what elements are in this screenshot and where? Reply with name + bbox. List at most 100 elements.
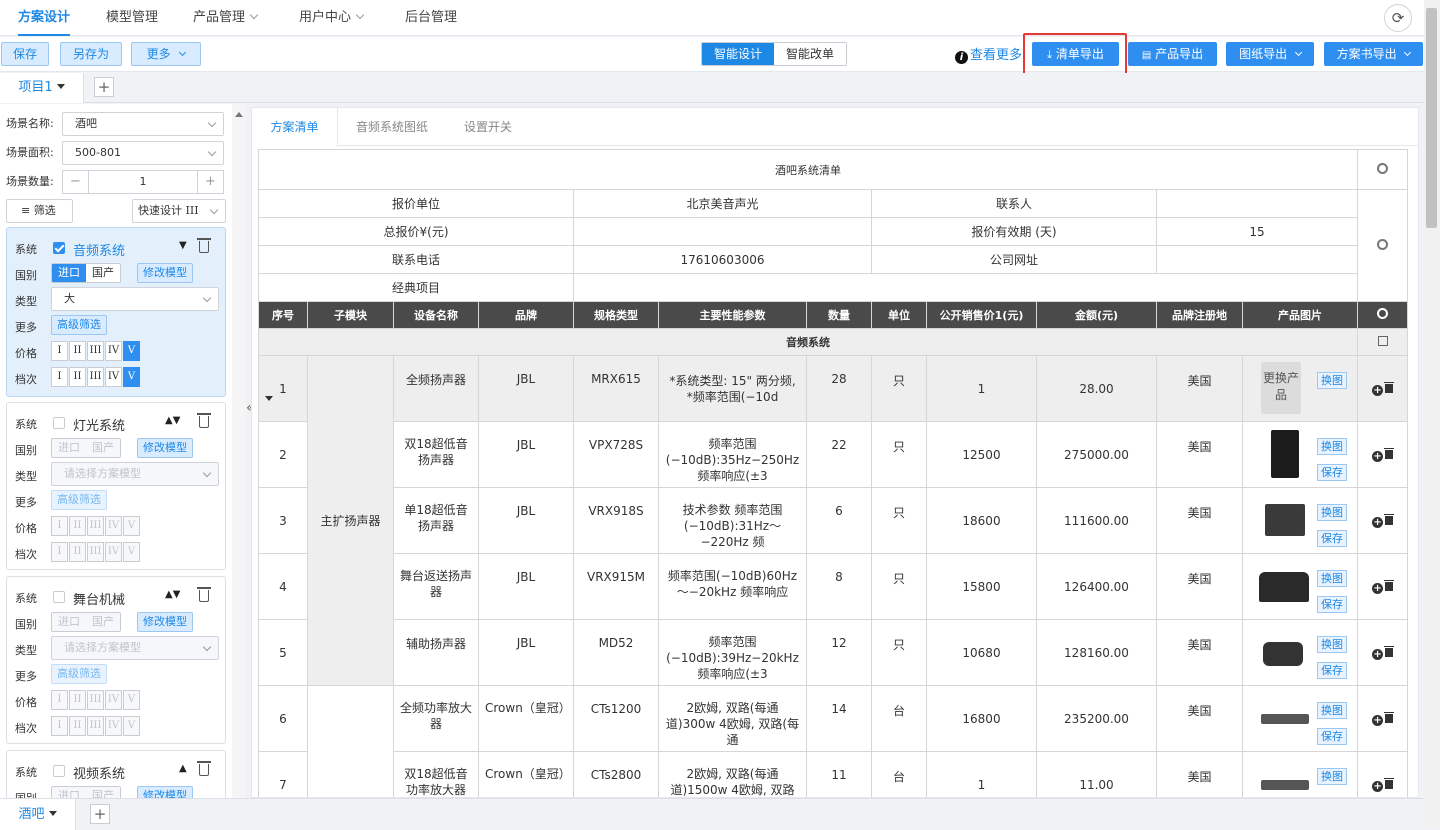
domestic-option[interactable]: 国产 <box>86 613 120 631</box>
spec[interactable]: MD52 <box>573 619 659 686</box>
brand[interactable]: Crown（皇冠） <box>478 751 574 797</box>
refresh-icon[interactable]: ⟳ <box>1384 4 1412 32</box>
brand[interactable]: JBL <box>478 421 574 488</box>
type-select[interactable]: 请选择方案模型 <box>51 462 219 486</box>
unit[interactable]: 只 <box>871 355 927 422</box>
total-value[interactable] <box>573 217 872 246</box>
type-select[interactable]: 请选择方案模型 <box>51 636 219 660</box>
expand-row-icon[interactable] <box>265 396 273 401</box>
params[interactable]: 2欧姆, 双路(每通道)300w 4欧姆, 双路(每通 <box>658 685 807 752</box>
origin[interactable]: 美国 <box>1156 553 1243 620</box>
qty[interactable]: 12 <box>806 619 872 686</box>
gear-icon[interactable] <box>1377 162 1389 174</box>
save-image-button[interactable]: 保存 <box>1317 464 1347 481</box>
domestic-option[interactable]: 国产 <box>86 439 120 457</box>
spec[interactable]: VRX915M <box>573 553 659 620</box>
domestic-option[interactable]: 国产 <box>86 264 120 282</box>
price[interactable]: 18600 <box>926 487 1037 554</box>
save-image-button[interactable]: 保存 <box>1317 596 1347 613</box>
sort-icon[interactable]: ▲▼ <box>165 589 180 600</box>
sort-up-icon[interactable]: ▲ <box>179 763 187 774</box>
nav-tab-admin[interactable]: 后台管理 <box>405 0 457 36</box>
import-option[interactable]: 进口 <box>52 264 86 282</box>
qty[interactable]: 11 <box>806 751 872 797</box>
scrollbar-thumb[interactable] <box>1426 8 1437 228</box>
swap-image-button[interactable]: 换图 <box>1317 570 1347 587</box>
nav-tab-users[interactable]: 用户中心 <box>299 0 365 36</box>
save-image-button[interactable]: 保存 <box>1317 728 1347 745</box>
validity-value[interactable]: 15 <box>1155 217 1359 246</box>
contact-value[interactable] <box>1155 189 1359 218</box>
filter-button[interactable]: ≡ 筛选 <box>6 199 73 223</box>
origin[interactable]: 美国 <box>1156 355 1243 422</box>
spec[interactable]: CTs2800 <box>573 751 659 797</box>
unit[interactable]: 只 <box>871 421 927 488</box>
edit-model-button[interactable]: 修改模型 <box>137 438 193 458</box>
origin[interactable]: 美国 <box>1156 487 1243 554</box>
qty[interactable]: 14 <box>806 685 872 752</box>
device-name[interactable]: 全频扬声器 <box>393 355 479 422</box>
export-drawing-button[interactable]: 图纸导出 <box>1226 42 1314 66</box>
gear-icon[interactable] <box>1377 238 1389 250</box>
swap-image-button[interactable]: 换图 <box>1317 768 1347 785</box>
sort-icon[interactable]: ▲▼ <box>165 415 180 426</box>
qty[interactable]: 28 <box>806 355 872 422</box>
trash-icon[interactable] <box>197 761 211 776</box>
save-as-button[interactable]: 另存为 <box>60 42 122 66</box>
scene-name-select[interactable]: 酒吧 <box>62 112 224 136</box>
website-value[interactable] <box>1155 245 1359 274</box>
collapse-icon[interactable]: ▼ <box>179 240 187 251</box>
nav-tab-models[interactable]: 模型管理 <box>106 0 158 36</box>
sidebar-scrollbar[interactable] <box>232 104 246 798</box>
trash-icon[interactable] <box>1384 712 1395 723</box>
params[interactable]: 频率范围(−10dB):39Hz−20kHz 频率响应(±3 <box>658 619 807 686</box>
trash-icon[interactable] <box>1384 580 1395 591</box>
save-image-button[interactable]: 保存 <box>1317 530 1347 547</box>
export-proposal-button[interactable]: 方案书导出 <box>1324 42 1423 66</box>
trash-icon[interactable] <box>1384 382 1395 393</box>
scene-area-select[interactable]: 500-801 <box>62 141 224 165</box>
swap-image-button[interactable]: 换图 <box>1317 636 1347 653</box>
type-select[interactable]: 大 <box>51 287 219 311</box>
import-option[interactable]: 进口 <box>52 613 86 631</box>
brand[interactable]: JBL <box>478 487 574 554</box>
add-icon[interactable]: + <box>1372 649 1384 660</box>
domestic-option[interactable]: 国产 <box>86 787 120 798</box>
more-button[interactable]: 更多 <box>131 42 201 66</box>
add-icon[interactable]: + <box>1372 385 1384 396</box>
quick-design-select[interactable]: 快速设计 III <box>132 199 226 223</box>
add-icon[interactable]: + <box>1372 715 1384 726</box>
price[interactable]: 15800 <box>926 553 1037 620</box>
gear-icon[interactable] <box>1377 308 1389 319</box>
project-tab[interactable]: 项目1 <box>0 73 84 103</box>
origin[interactable]: 美国 <box>1156 685 1243 752</box>
nav-tab-design[interactable]: 方案设计 <box>18 0 71 36</box>
price[interactable]: 1 <box>926 751 1037 797</box>
price[interactable]: 12500 <box>926 421 1037 488</box>
qty[interactable]: 22 <box>806 421 872 488</box>
device-name[interactable]: 舞台返送扬声器 <box>393 553 479 620</box>
add-scene-button[interactable]: + <box>90 804 110 824</box>
price[interactable]: 10680 <box>926 619 1037 686</box>
tab-audio-drawings[interactable]: 音频系统图纸 <box>356 108 428 146</box>
edit-model-button[interactable]: 修改模型 <box>137 612 193 632</box>
trash-icon[interactable] <box>1384 514 1395 525</box>
qty[interactable]: 6 <box>806 487 872 554</box>
spec[interactable]: VRX918S <box>573 487 659 554</box>
smart-design-button[interactable]: 智能设计 <box>702 43 775 65</box>
nav-tab-products[interactable]: 产品管理 <box>193 0 259 36</box>
price[interactable]: 16800 <box>926 685 1037 752</box>
brand[interactable]: Crown（皇冠） <box>478 685 574 752</box>
add-icon[interactable]: + <box>1372 781 1384 792</box>
origin[interactable]: 美国 <box>1156 751 1243 797</box>
params[interactable]: 频率范围(−10dB)60Hz～−20kHz 频率响应 <box>658 553 807 620</box>
trash-icon[interactable] <box>1384 448 1395 459</box>
swap-image-button[interactable]: 换图 <box>1317 438 1347 455</box>
qty[interactable]: 8 <box>806 553 872 620</box>
increment-button[interactable]: + <box>197 171 223 193</box>
scene-count-value[interactable]: 1 <box>89 171 197 193</box>
trash-icon[interactable] <box>1384 778 1395 789</box>
trash-icon[interactable] <box>1384 646 1395 657</box>
trash-icon[interactable] <box>197 413 211 428</box>
add-project-button[interactable]: + <box>94 77 114 97</box>
